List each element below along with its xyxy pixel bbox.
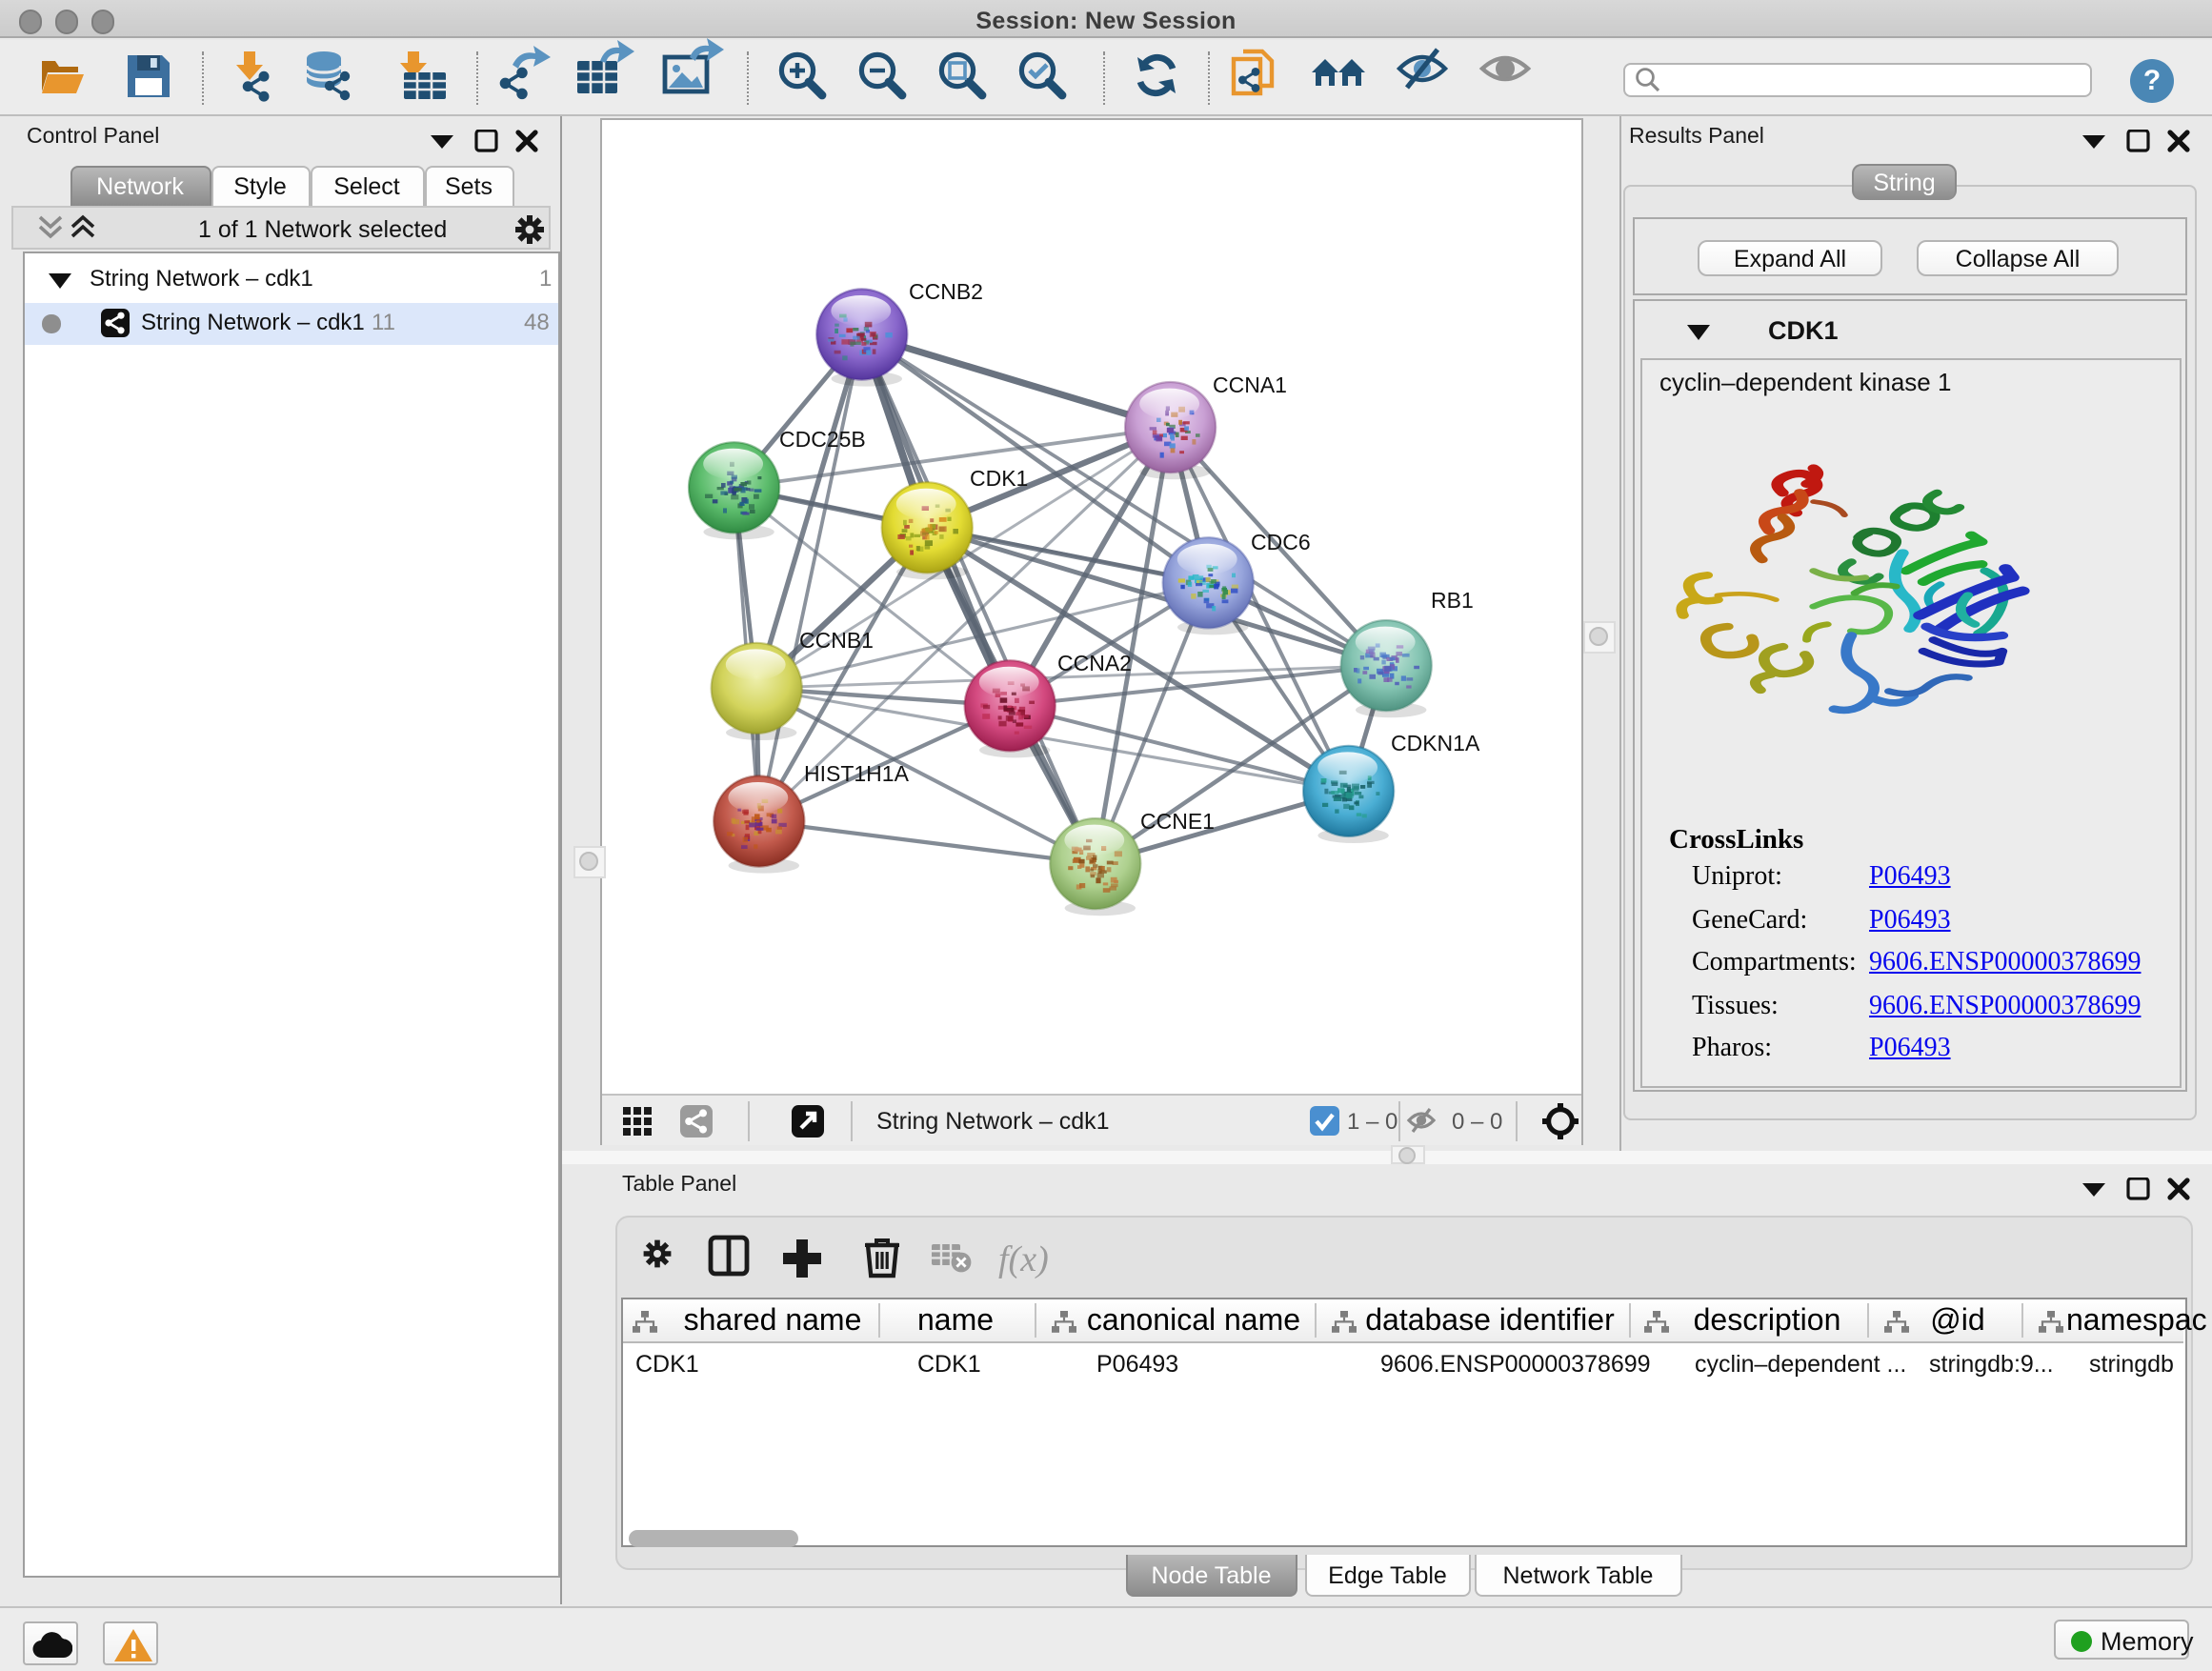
svg-text:HIST1H1A: HIST1H1A <box>804 761 910 786</box>
svg-text:1 of 1 Network selected: 1 of 1 Network selected <box>198 216 447 243</box>
svg-text:CDC25B: CDC25B <box>779 427 866 452</box>
svg-text:CDK1: CDK1 <box>970 466 1028 491</box>
svg-text:CCNA2: CCNA2 <box>1057 651 1132 675</box>
svg-text:CCNB1: CCNB1 <box>799 628 874 653</box>
svg-text:0 – 0: 0 – 0 <box>1452 1109 1502 1135</box>
svg-text:1 – 0: 1 – 0 <box>1347 1109 1398 1135</box>
svg-text:CCNB2: CCNB2 <box>909 279 983 304</box>
svg-text:f(x): f(x) <box>998 1239 1049 1279</box>
svg-text:CDKN1A: CDKN1A <box>1391 731 1480 755</box>
svg-text:CDC6: CDC6 <box>1251 530 1311 554</box>
svg-text:CCNA1: CCNA1 <box>1213 372 1287 397</box>
svg-text:String Network – cdk1: String Network – cdk1 <box>876 1108 1110 1135</box>
svg-text:RB1: RB1 <box>1431 588 1474 613</box>
svg-text:CCNE1: CCNE1 <box>1140 809 1215 834</box>
